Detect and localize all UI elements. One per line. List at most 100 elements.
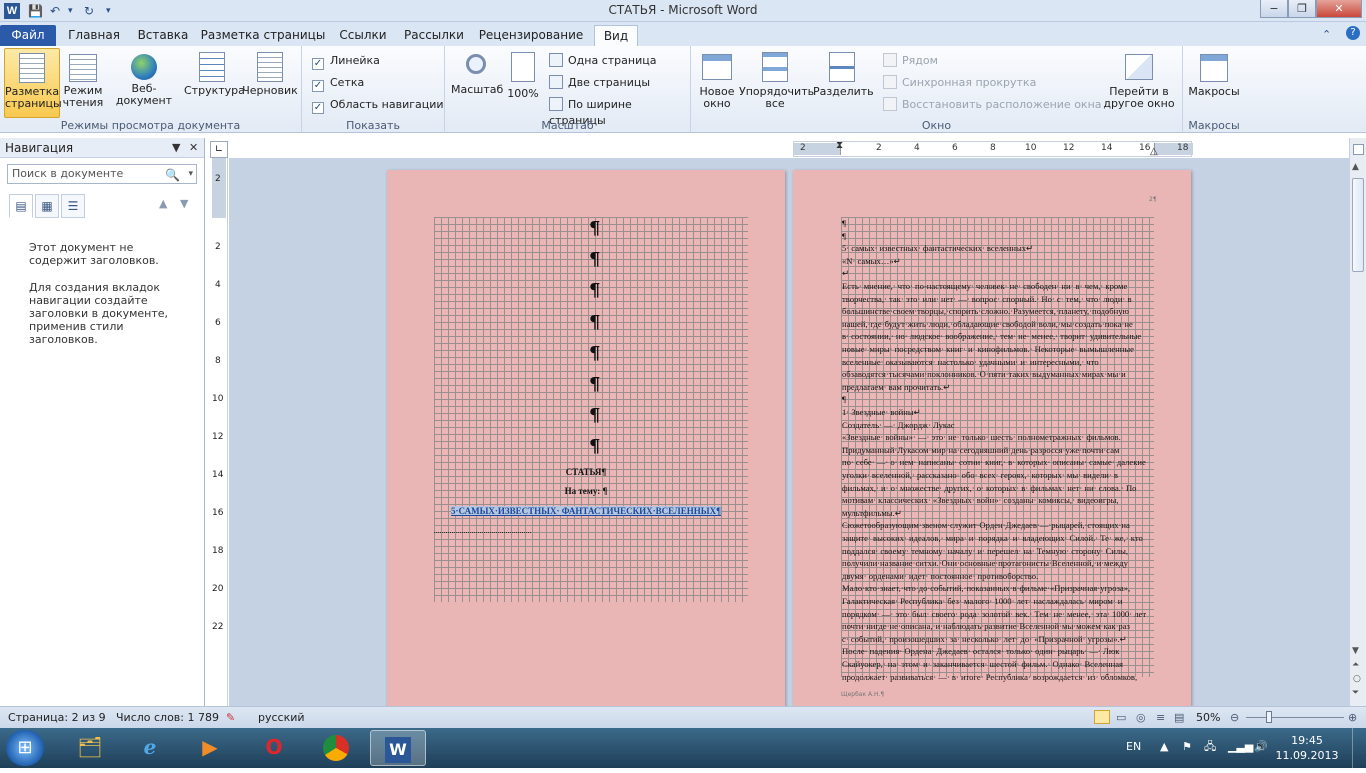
tab-view[interactable]: Вид <box>594 25 638 46</box>
volume-icon[interactable]: 🔊 <box>1254 728 1268 768</box>
tab-references[interactable]: Ссылки <box>332 25 394 46</box>
sync-scrolling-button[interactable]: Синхронная прокрутка <box>883 75 1036 91</box>
gridlines-checkbox[interactable]: ✓ Сетка <box>312 75 364 92</box>
outline-view-icon[interactable]: ≡ <box>1156 707 1165 728</box>
ruler-checkbox[interactable]: ✓ Линейка <box>312 53 380 70</box>
minimize-ribbon-icon[interactable]: ⌃ <box>1322 28 1331 41</box>
paragraph-mark: ¶ <box>589 374 601 395</box>
two-pages-button[interactable]: Две страницы <box>549 75 650 91</box>
previous-arrow-icon[interactable]: ▲ <box>159 197 167 210</box>
page-100-icon <box>511 52 535 82</box>
view-side-by-side-button[interactable]: Рядом <box>883 53 938 69</box>
previous-page-icon[interactable]: ⏶ <box>1352 660 1359 670</box>
vertical-ruler[interactable]: 2 2 4 6 8 10 12 14 16 18 20 22 <box>210 158 228 706</box>
show-desktop-button[interactable] <box>1352 728 1366 768</box>
side-by-side-icon <box>883 53 897 67</box>
explorer-taskbar-button[interactable]: 🗂 <box>62 730 118 766</box>
proofing-icon[interactable]: ✎ <box>226 707 235 728</box>
word-taskbar-button[interactable]: W <box>370 730 426 766</box>
word-count-status[interactable]: Число слов: 1 789 <box>116 707 219 728</box>
tab-pages[interactable]: ▦ <box>35 194 59 218</box>
ie-taskbar-button[interactable]: ℯ <box>122 730 178 766</box>
text-line: Придуманный·Лукасом·мир·на·сегодняшний·д… <box>842 444 1120 455</box>
chrome-taskbar-button[interactable] <box>308 730 364 766</box>
outline-button[interactable]: Структура <box>184 48 245 97</box>
page-width-button[interactable]: По ширине страницы <box>549 97 690 127</box>
zoom-slider[interactable] <box>1246 717 1344 718</box>
search-dropdown-icon[interactable]: ▾ <box>188 165 193 183</box>
web-layout-button[interactable]: Веб-документ <box>106 48 182 107</box>
tab-headings[interactable]: ▤ <box>9 194 33 218</box>
print-layout-view-icon[interactable] <box>1094 710 1110 724</box>
scroll-down-arrow-icon[interactable]: ▼ <box>1352 646 1359 656</box>
macros-button[interactable]: Макросы <box>1187 48 1241 98</box>
text-line: творчества,· так· это· или· нет· —· вопр… <box>842 293 1132 304</box>
tab-selector[interactable]: ∟ <box>210 141 228 158</box>
document-workspace[interactable]: ¶ ¶ ¶ ¶ ¶ ¶ ¶ ¶ СТАТЬЯ¶ На тему: ¶ 5·САМ… <box>229 158 1349 710</box>
flag-icon[interactable]: ⚑ <box>1182 728 1192 768</box>
navigation-search-input[interactable]: Поиск в документе 🔍 ▾ <box>7 164 197 184</box>
pane-close-icon[interactable]: ✕ <box>189 138 198 158</box>
browse-object-icon[interactable]: ○ <box>1353 674 1361 684</box>
navigation-pane-checkbox[interactable]: ✓ Область навигации <box>312 97 444 114</box>
navigation-pane: Навигация ▼ ✕ Поиск в документе 🔍 ▾ ▤ ▦ … <box>0 138 205 706</box>
start-button[interactable]: ⊞ <box>6 730 44 766</box>
text-line: Мало·кто·знает,·что·до·событий,·показанн… <box>842 583 1131 594</box>
clock[interactable]: 19:45 11.09.2013 <box>1274 733 1340 773</box>
show-hidden-icons-icon[interactable]: ▲ <box>1160 728 1168 768</box>
full-screen-reading-button[interactable]: Режим чтения <box>62 48 104 109</box>
scroll-up-arrow-icon[interactable]: ▲ <box>1352 162 1359 172</box>
vertical-scrollbar[interactable]: ▲ ▼ ⏶ ○ ⏷ <box>1349 138 1366 706</box>
network-icon[interactable]: 🖧 <box>1204 728 1216 768</box>
switch-windows-button[interactable]: Перейти в другое окно <box>1099 48 1179 110</box>
close-button[interactable]: ✕ <box>1316 0 1362 18</box>
reset-window-position-button[interactable]: Восстановить расположение окна <box>883 97 1102 113</box>
opera-taskbar-button[interactable]: O <box>246 730 302 766</box>
zoom-100-button[interactable]: 100% <box>505 48 541 100</box>
horizontal-ruler[interactable]: 2 2 4 6 8 10 12 14 16 18 ⧗ △ <box>793 140 1193 157</box>
tab-results[interactable]: ☰ <box>61 194 85 218</box>
minimize-button[interactable]: − <box>1260 0 1288 18</box>
arrange-all-button[interactable]: Упорядочить все <box>739 48 814 110</box>
page-count-status[interactable]: Страница: 2 из 9 <box>8 707 106 728</box>
text-line: вселенные· оказываются· настолько· удачн… <box>842 356 1099 367</box>
zoom-button[interactable]: Масштаб <box>451 48 503 96</box>
text-line: большинстве·своем·творцы,·спорить·сложно… <box>842 306 1129 317</box>
next-arrow-icon[interactable]: ▼ <box>180 197 188 210</box>
tab-home[interactable]: Главная <box>62 25 126 46</box>
search-icon[interactable]: 🔍 <box>165 166 180 184</box>
zoom-level[interactable]: 50% <box>1196 707 1220 728</box>
tab-mailings[interactable]: Рассылки <box>400 25 468 46</box>
media-player-taskbar-button[interactable]: ▶ <box>182 730 238 766</box>
draft-button[interactable]: Черновик <box>242 48 298 97</box>
zoom-slider-thumb[interactable] <box>1266 711 1272 723</box>
signal-icon[interactable]: ▁▃▅ <box>1228 728 1253 768</box>
restore-button[interactable]: ❐ <box>1288 0 1316 18</box>
one-page-button[interactable]: Одна страница <box>549 53 656 69</box>
new-window-button[interactable]: Новое окно <box>697 48 737 110</box>
tab-review[interactable]: Рецензирование <box>474 25 588 46</box>
help-icon[interactable]: ? <box>1346 26 1360 40</box>
zoom-in-icon[interactable]: ⊕ <box>1348 707 1357 728</box>
document-page-1[interactable]: ¶ ¶ ¶ ¶ ¶ ¶ ¶ ¶ СТАТЬЯ¶ На тему: ¶ 5·САМ… <box>387 170 785 710</box>
text-line: поддался· своему· темному· началу· и· пе… <box>842 545 1129 556</box>
keyboard-language[interactable]: EN <box>1126 728 1141 768</box>
pane-options-icon[interactable]: ▼ <box>172 138 180 158</box>
right-indent-marker-icon[interactable]: △ <box>1150 146 1158 157</box>
split-button[interactable]: Разделить <box>813 48 874 98</box>
document-page-2[interactable]: 2¶ ¶ ¶ 5· самых· известных· фантастических… <box>793 170 1191 710</box>
tab-insert[interactable]: Вставка <box>132 25 194 46</box>
paragraph-mark: ¶ <box>589 312 601 333</box>
tab-file[interactable]: Файл <box>0 25 56 46</box>
web-view-icon[interactable]: ◎ <box>1136 707 1146 728</box>
tab-page-layout[interactable]: Разметка страницы <box>200 25 326 46</box>
ruler-toggle-icon[interactable] <box>1353 144 1364 155</box>
print-layout-button[interactable]: Разметка страницы <box>4 48 62 118</box>
zoom-out-icon[interactable]: ⊖ <box>1230 707 1239 728</box>
draft-view-icon[interactable]: ▤ <box>1174 707 1184 728</box>
indent-marker-icon[interactable]: ⧗ <box>836 140 843 151</box>
reading-view-icon[interactable]: ▭ <box>1116 707 1126 728</box>
scrollbar-thumb[interactable] <box>1352 178 1364 272</box>
next-page-icon[interactable]: ⏷ <box>1352 688 1359 698</box>
language-status[interactable]: русский <box>258 707 305 728</box>
